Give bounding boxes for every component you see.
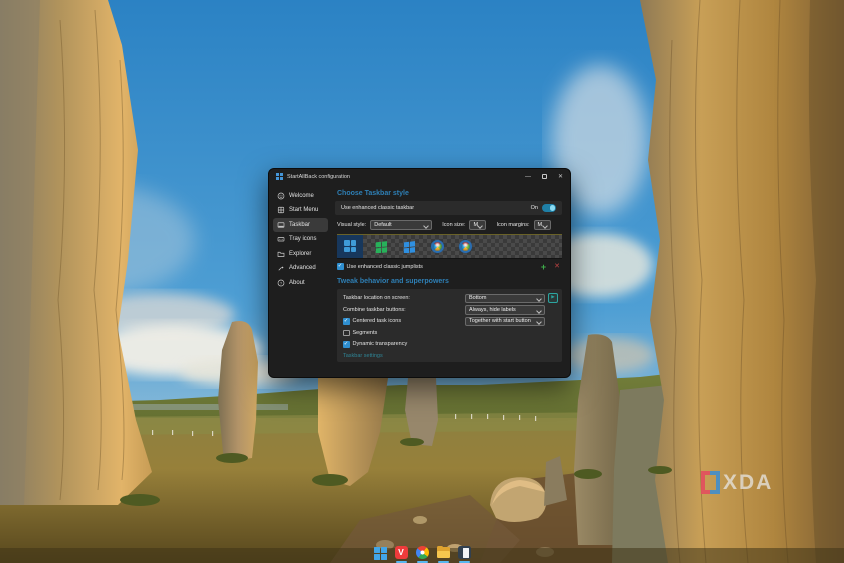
windows-7-orb-icon[interactable]	[431, 240, 444, 253]
sidebar-label: Explorer	[289, 251, 311, 257]
sidebar-item-taskbar[interactable]: Taskbar	[273, 218, 328, 232]
xda-bracket-right-icon	[710, 471, 720, 494]
sidebar: Welcome Start Menu Taskbar	[269, 184, 331, 378]
tray-icon	[277, 235, 285, 243]
icon-margins-select[interactable]: M	[534, 220, 551, 230]
combine-select[interactable]: Always, hide labels	[465, 305, 545, 315]
start-menu-icon	[277, 206, 285, 214]
behavior-section-heading: Tweak behavior and superpowers	[337, 278, 562, 285]
taskbar-settings-page: Choose Taskbar style Use enhanced classi…	[331, 184, 570, 378]
combine-label: Combine taskbar buttons:	[343, 307, 406, 313]
sidebar-label: Tray icons	[289, 236, 316, 242]
question-icon: ?	[277, 279, 285, 287]
maximize-button[interactable]	[542, 174, 547, 179]
remove-style-button[interactable]: ✕	[554, 263, 560, 271]
vivaldi-icon: V	[398, 548, 404, 557]
toggle-state-label: On	[531, 205, 538, 211]
centered-mode-value: Together with start button	[469, 318, 531, 324]
system-taskbar: V	[0, 544, 844, 563]
visual-style-value: Default	[374, 222, 391, 228]
enhanced-taskbar-row: Use enhanced classic taskbar On	[335, 201, 562, 215]
sidebar-item-explorer[interactable]: Explorer	[273, 247, 328, 261]
sidebar-item-start-menu[interactable]: Start Menu	[273, 204, 328, 218]
sidebar-label: Welcome	[289, 193, 314, 199]
taskbar-item-pinwheel-app[interactable]	[416, 546, 429, 559]
window-titlebar[interactable]: StartAllBack configuration — ✕	[269, 169, 570, 184]
folder-icon	[277, 250, 285, 258]
sidebar-item-advanced[interactable]: Advanced	[273, 262, 328, 276]
start-button[interactable]	[374, 546, 387, 559]
location-value: Bottom	[469, 295, 486, 301]
dynamic-transparency-label: Dynamic transparency	[353, 341, 408, 347]
dynamic-transparency-checkbox[interactable]	[343, 341, 350, 348]
xda-watermark: XDA	[701, 471, 773, 494]
style-options-strip	[363, 235, 562, 258]
window-app-icon	[276, 173, 283, 180]
icon-margins-label: Icon margins:	[496, 222, 529, 228]
visual-style-label: Visual style:	[337, 222, 366, 228]
sidebar-label: About	[289, 280, 305, 286]
windows-11-start-logo-icon	[344, 240, 356, 252]
segments-label: Segments	[353, 330, 378, 336]
enhanced-taskbar-label: Use enhanced classic taskbar	[341, 205, 414, 211]
location-select[interactable]: Bottom	[465, 294, 545, 304]
windows-8-green-logo-icon[interactable]	[375, 240, 388, 253]
icon-size-select[interactable]: M	[469, 220, 486, 230]
xda-watermark-text: XDA	[723, 471, 773, 494]
icon-margins-value: M	[538, 222, 543, 228]
play-icon: ▶	[551, 295, 554, 300]
centered-task-icons-label: Centered task icons	[353, 318, 402, 324]
taskbar-style-preview	[337, 234, 562, 259]
windows-start-icon	[374, 547, 380, 553]
icon-size-label: Icon size:	[442, 222, 465, 228]
taskbar-item-notepad[interactable]	[458, 546, 471, 559]
behavior-card: ▶ Taskbar location on screen: Bottom Com…	[337, 289, 562, 362]
window-title: StartAllBack configuration	[287, 174, 350, 180]
taskbar-item-file-explorer[interactable]	[437, 546, 450, 559]
startallback-config-window: StartAllBack configuration — ✕ Welcome	[268, 168, 571, 378]
centered-task-icons-checkbox[interactable]	[343, 318, 350, 325]
enhanced-taskbar-toggle[interactable]	[542, 204, 556, 212]
add-style-button[interactable]: +	[541, 263, 546, 271]
close-button[interactable]: ✕	[558, 174, 563, 180]
visual-style-select[interactable]: Default	[370, 220, 432, 230]
monitor-play-button[interactable]: ▶	[548, 293, 558, 303]
taskbar-icon	[277, 221, 285, 229]
svg-text:?: ?	[280, 280, 283, 285]
toggle-knob	[550, 205, 556, 211]
minimize-button[interactable]: —	[525, 174, 531, 180]
centered-mode-select[interactable]: Together with start button	[465, 317, 545, 327]
jumplists-checkbox[interactable]	[337, 263, 344, 270]
sidebar-label: Advanced	[289, 265, 316, 271]
taskbar-item-vivaldi[interactable]: V	[395, 546, 408, 559]
sidebar-label: Taskbar	[289, 222, 310, 228]
sidebar-item-welcome[interactable]: Welcome	[273, 189, 328, 203]
style-option-windows-11[interactable]	[337, 235, 363, 258]
smiley-icon	[277, 192, 285, 200]
segments-checkbox[interactable]	[343, 330, 350, 337]
sidebar-label: Start Menu	[289, 207, 318, 213]
desktop-screen: XDA StartAllBack configuration — ✕	[0, 0, 844, 563]
location-label: Taskbar location on screen:	[343, 295, 410, 301]
notepad-icon	[463, 548, 469, 558]
combine-value: Always, hide labels	[469, 307, 516, 313]
icon-size-value: M	[473, 222, 478, 228]
sidebar-item-about[interactable]: ? About	[273, 276, 328, 290]
style-section-heading: Choose Taskbar style	[337, 190, 562, 197]
windows-vista-orb-icon[interactable]	[459, 240, 472, 253]
taskbar-settings-link[interactable]: Taskbar settings	[343, 353, 556, 359]
wrench-icon	[277, 264, 285, 272]
windows-8-blue-logo-icon[interactable]	[403, 240, 416, 253]
sidebar-item-tray-icons[interactable]: Tray icons	[273, 233, 328, 247]
jumplists-label: Use enhanced classic jumplists	[347, 264, 423, 270]
